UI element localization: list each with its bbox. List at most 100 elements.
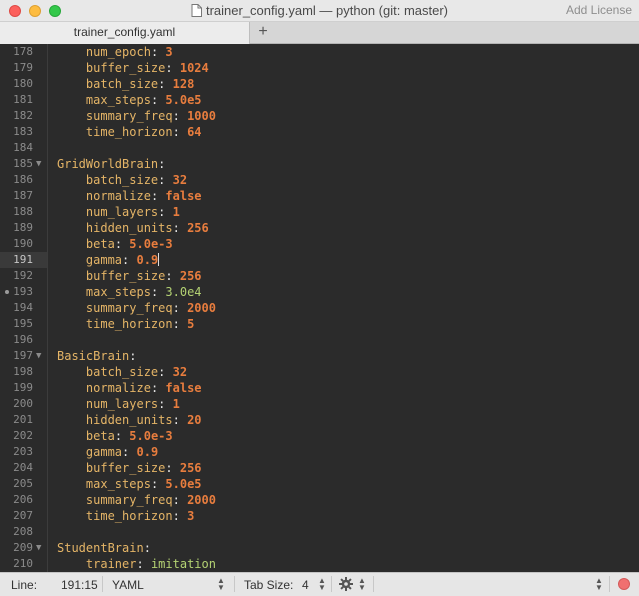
line-number: 191 [0,252,33,268]
syntax-selector[interactable]: YAML [112,578,144,592]
code-line[interactable]: 199 normalize: false [0,380,639,396]
colon: : [150,45,159,59]
code-line[interactable]: 209 ▼ StudentBrain: [0,540,639,556]
yaml-value: 20 [187,413,202,427]
code-text: buffer_size: 256 [57,460,202,476]
code-line[interactable]: 208 [0,524,639,540]
code-line[interactable]: 194 summary_freq: 2000 [0,300,639,316]
yaml-key: batch_size [85,77,159,91]
code-line[interactable]: 210 trainer: imitation [0,556,639,572]
syntax-chevron-icon[interactable]: ▲ ▼ [217,577,225,592]
code-line[interactable]: 191 gamma: 0.9 [0,252,639,268]
code-editor[interactable]: 178 num_epoch: 3 179 buffer_size: 1024 180… [0,44,639,572]
divider [609,576,610,592]
symbol-chevron-icon[interactable]: ▲ ▼ [595,577,603,592]
code-line[interactable]: 180 batch_size: 128 [0,76,639,92]
code-line[interactable]: 186 batch_size: 32 [0,172,639,188]
yaml-key: batch_size [85,365,159,379]
line-number: 207 [13,509,33,522]
status-bar: Line: 191:15 YAML ▲ ▼ Tab Size: 4 ▲ ▼ ▲ ▼ ▲… [0,572,639,596]
line-number: 185 [13,157,33,170]
code-line[interactable]: 182 summary_freq: 1000 [0,108,639,124]
add-license-link[interactable]: Add License [566,3,632,17]
yaml-key: num_layers [85,397,159,411]
yaml-value: 256 [179,461,202,475]
modified-marker-icon [5,290,9,294]
code-line[interactable]: 192 buffer_size: 256 [0,268,639,284]
line-number: 187 [13,189,33,202]
tab-size-chevron-icon[interactable]: ▲ ▼ [318,577,326,592]
code-line[interactable]: 179 buffer_size: 1024 [0,60,639,76]
code-line[interactable]: 183 time_horizon: 64 [0,124,639,140]
code-text: batch_size: 32 [57,172,187,188]
new-tab-button[interactable]: + [251,22,275,43]
code-line[interactable]: 206 summary_freq: 2000 [0,492,639,508]
cursor-position[interactable]: 191:15 [61,578,98,592]
colon: : [158,397,166,411]
line-number: 189 [13,221,33,234]
line-number: 208 [13,525,33,538]
colon: : [172,317,180,331]
record-macro-icon[interactable] [618,578,630,590]
code-line[interactable]: 201 hidden_units: 20 [0,412,639,428]
code-line[interactable]: 188 num_layers: 1 [0,204,639,220]
code-line[interactable]: 203 gamma: 0.9 [0,444,639,460]
code-line[interactable]: 187 normalize: false [0,188,639,204]
code-line[interactable]: 193 max_steps: 3.0e4 [0,284,639,300]
colon: : [172,301,180,315]
tab-size-value[interactable]: 4 [302,578,309,592]
yaml-key: beta [85,429,115,443]
code-line[interactable]: 178 num_epoch: 3 [0,44,639,60]
yaml-key: GridWorldBrain [57,157,159,171]
colon: : [122,253,130,267]
gear-icon[interactable] [338,576,354,592]
code-line[interactable]: 190 beta: 5.0e-3 [0,236,639,252]
yaml-key: hidden_units [85,413,173,427]
code-line[interactable]: 196 [0,332,639,348]
code-text: summary_freq: 1000 [57,108,216,124]
settings-chevron-icon[interactable]: ▲ ▼ [358,577,366,592]
code-line[interactable]: 207 time_horizon: 3 [0,508,639,524]
line-number: 180 [13,77,33,90]
code-text: hidden_units: 256 [57,220,209,236]
text-cursor [158,253,160,266]
line-number: 182 [13,109,33,122]
line-number: 202 [13,429,33,442]
code-line[interactable]: 197 ▼ BasicBrain: [0,348,639,364]
code-line[interactable]: 181 max_steps: 5.0e5 [0,92,639,108]
line-number: 210 [13,557,33,570]
code-line[interactable]: 189 hidden_units: 256 [0,220,639,236]
code-line[interactable]: 200 num_layers: 1 [0,396,639,412]
code-line[interactable]: 195 time_horizon: 5 [0,316,639,332]
line-number: 178 [13,45,33,58]
fold-arrow-icon[interactable]: ▼ [36,156,41,172]
yaml-value: 3.0e4 [165,285,202,299]
yaml-key: BasicBrain [57,349,130,363]
fold-arrow-icon[interactable]: ▼ [36,348,41,364]
code-text: time_horizon: 64 [57,124,202,140]
yaml-key: summary_freq [85,301,173,315]
colon: : [114,237,123,251]
code-line[interactable]: 205 max_steps: 5.0e5 [0,476,639,492]
yaml-value: 0.9 [136,445,159,459]
code-line[interactable]: 184 [0,140,639,156]
code-line[interactable]: 202 beta: 5.0e-3 [0,428,639,444]
code-text: num_layers: 1 [57,396,180,412]
line-number: 203 [13,445,33,458]
yaml-value: false [165,189,202,203]
code-line[interactable]: 185 ▼ GridWorldBrain: [0,156,639,172]
fold-arrow-icon[interactable]: ▼ [36,540,41,556]
colon: : [129,349,137,363]
code-line[interactable]: 204 buffer_size: 256 [0,460,639,476]
colon: : [158,157,166,171]
code-line[interactable]: 198 batch_size: 32 [0,364,639,380]
tab-trainer-config[interactable]: trainer_config.yaml [0,22,250,44]
